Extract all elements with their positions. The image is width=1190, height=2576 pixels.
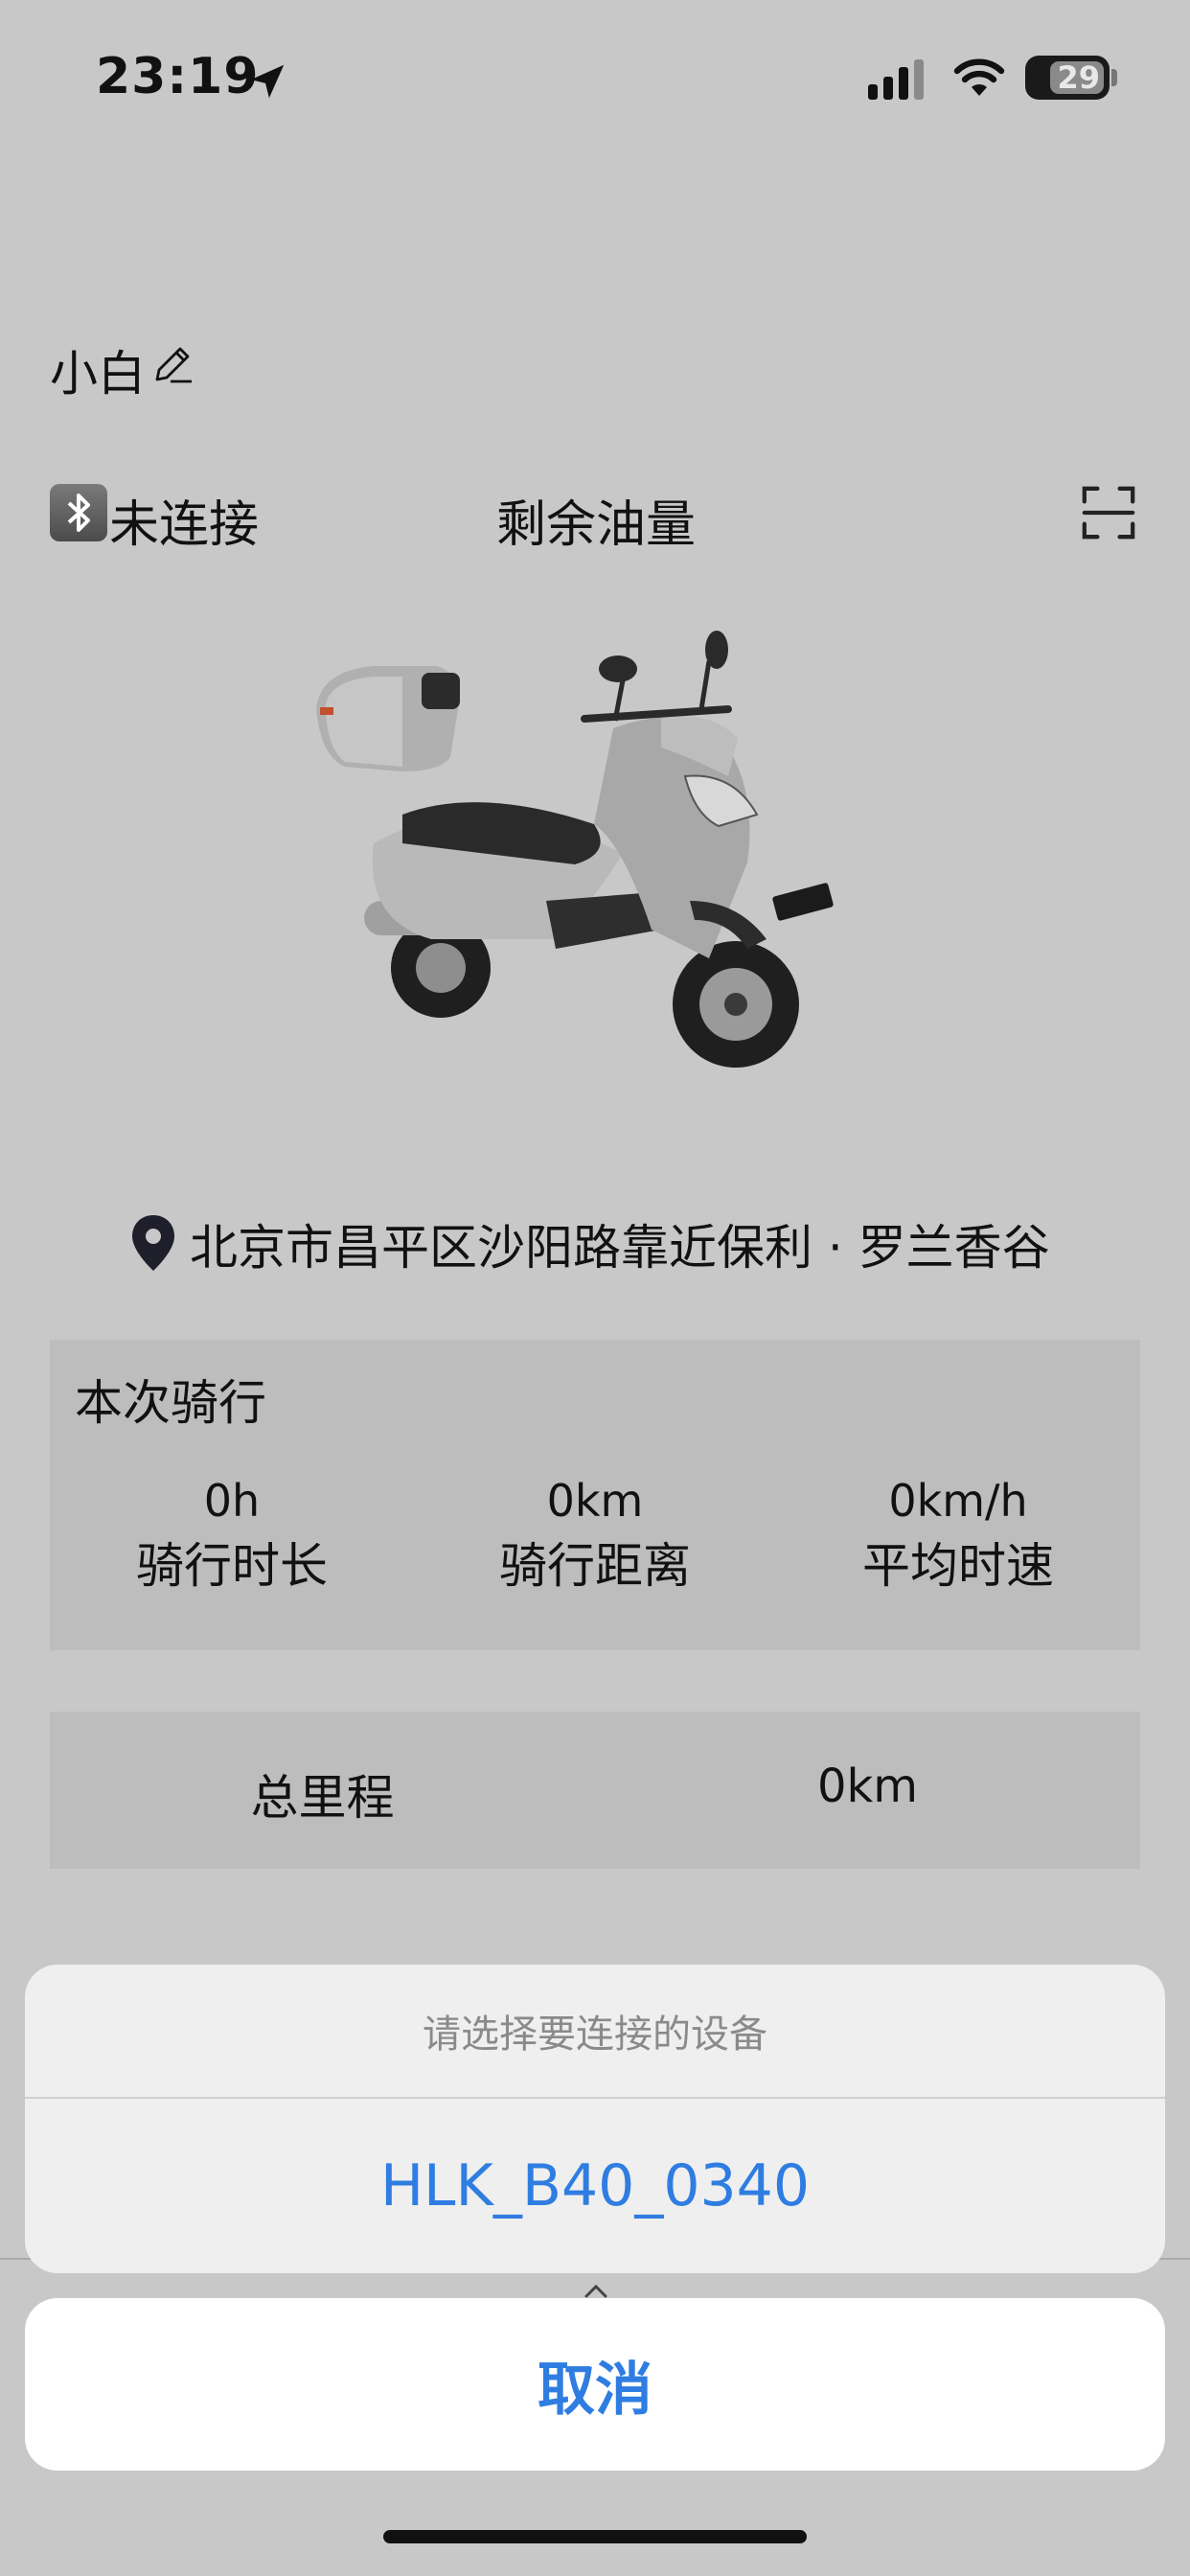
pencil-icon[interactable] [149, 341, 195, 387]
battery-icon: 29 [1025, 56, 1110, 100]
ride-duration-stat: 0h 骑行时长 [50, 1472, 414, 1602]
status-time: 23:19 [96, 48, 260, 105]
bluetooth-icon[interactable] [50, 484, 107, 541]
device-action-sheet: 请选择要连接的设备 HLK_B40_0340 [25, 1965, 1165, 2273]
ride-title: 本次骑行 [75, 1375, 266, 1431]
stat-value: 0h [203, 1475, 261, 1527]
location-arrow-icon [250, 64, 285, 99]
total-mileage-value: 0km [816, 1760, 919, 1813]
stat-value: 0km/h [888, 1475, 1028, 1527]
wifi-icon [953, 58, 1005, 96]
chevron-up-icon [584, 2284, 607, 2298]
battery-tip [1111, 69, 1117, 86]
action-sheet-title: 请选择要连接的设备 [423, 2012, 767, 2057]
device-option-button[interactable]: HLK_B40_0340 [25, 2099, 1165, 2273]
total-mileage-label: 总里程 [250, 1770, 395, 1826]
scooter-image [316, 631, 834, 1068]
location-address: 北京市昌平区沙阳路靠近保利 · 罗兰香谷 [190, 1220, 1050, 1276]
stat-label: 平均时速 [862, 1538, 1054, 1594]
stat-label: 骑行距离 [499, 1538, 691, 1594]
stat-value: 0km [546, 1475, 644, 1527]
home-indicator[interactable] [383, 2530, 807, 2543]
total-mileage-panel: 总里程 0km [50, 1712, 1140, 1869]
vehicle-name[interactable]: 小白 [50, 335, 146, 404]
fuel-label: 剩余油量 [496, 496, 697, 554]
cancel-button[interactable]: 取消 [25, 2298, 1165, 2471]
ride-distance-stat: 0km 骑行距离 [413, 1472, 777, 1602]
cellular-signal-icon [868, 59, 924, 100]
scan-icon[interactable] [1079, 483, 1138, 542]
stat-label: 骑行时长 [136, 1538, 328, 1594]
connection-status[interactable]: 未连接 [109, 484, 259, 556]
map-pin-icon [132, 1215, 174, 1271]
ride-avg-speed-stat: 0km/h 平均时速 [776, 1472, 1140, 1602]
ride-panel: 本次骑行 0h 骑行时长 0km 骑行距离 0km/h 平均时速 [50, 1340, 1140, 1650]
battery-level: 29 [1057, 59, 1100, 96]
